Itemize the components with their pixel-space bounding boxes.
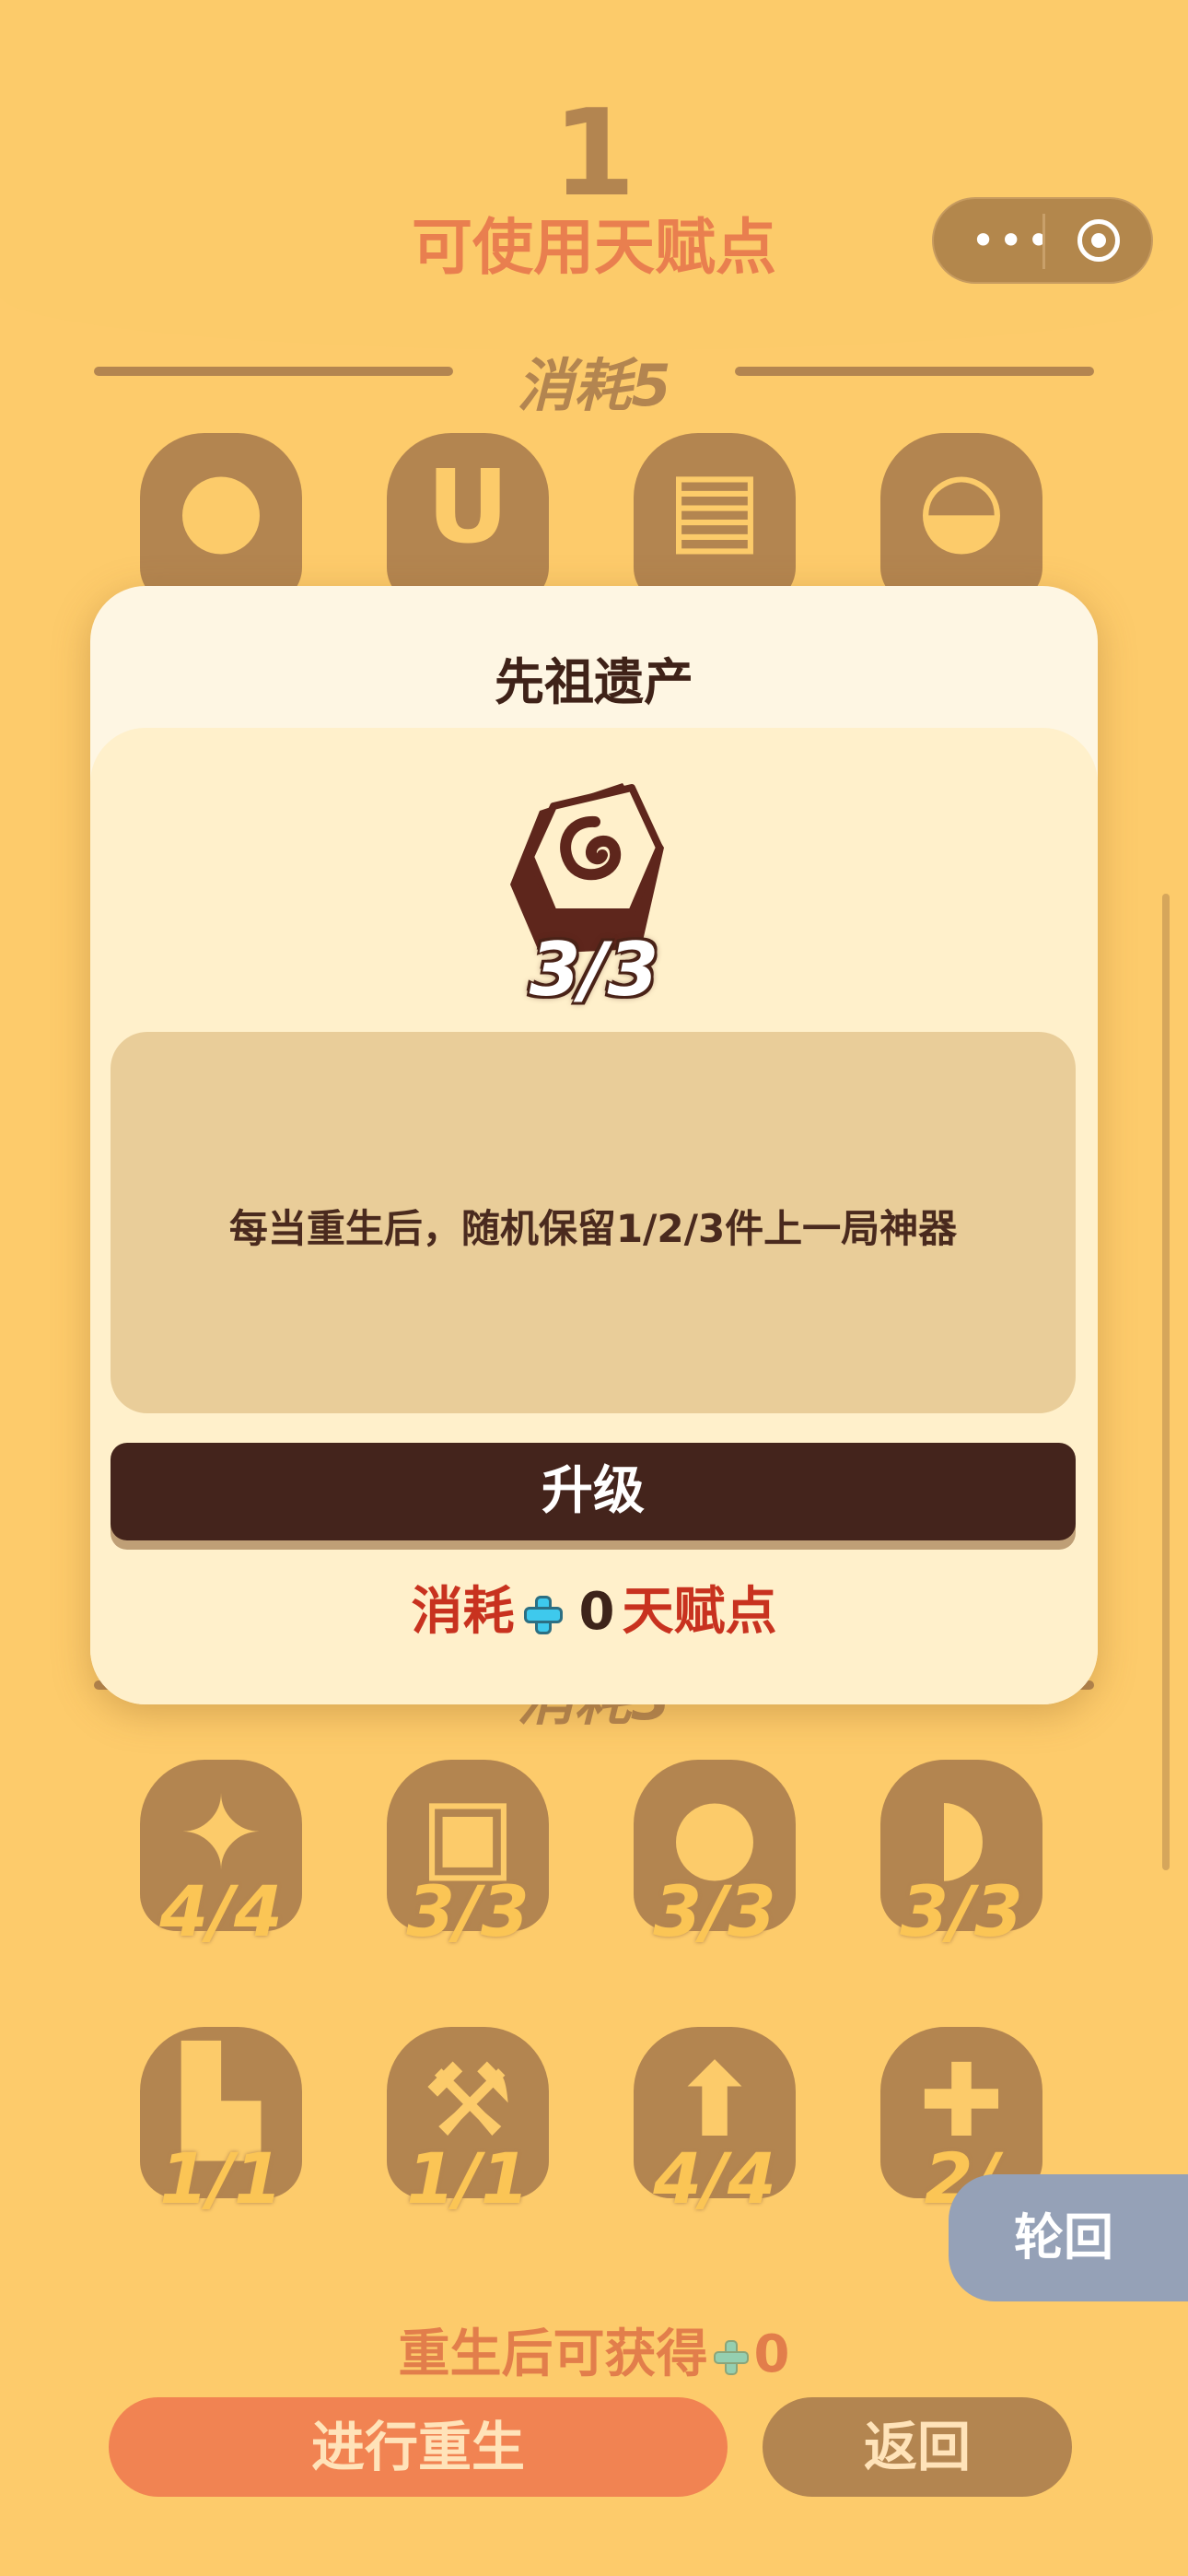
talent-detail-modal: 先祖遗产 3/3 每当重生后，随机保留1/2/3件上一局神器 升级 消耗 0 天赋点 — [90, 586, 1098, 1704]
talent-point-icon — [523, 1595, 563, 1634]
modal-title: 先祖遗产 — [495, 653, 693, 711]
cost-prefix: 消耗 — [411, 1582, 515, 1642]
upgrade-cost-row: 消耗 0 天赋点 — [90, 1570, 1098, 1645]
talent-tile-muscle[interactable]: ◗ 3/3 — [880, 1760, 1042, 1952]
rebirth-button[interactable]: 进行重生 — [109, 2397, 728, 2497]
tile-count: 4/4 — [653, 2137, 776, 2219]
talent-tile-gear-cross[interactable]: ✚ 2/ — [880, 2027, 1042, 2219]
tile-count: 3/3 — [653, 1870, 776, 1952]
talent-tile-egg[interactable]: ◒ — [880, 433, 1042, 604]
mini-program-capsule: ••• — [932, 197, 1153, 284]
reincarnation-button[interactable]: 轮回 — [949, 2174, 1188, 2301]
rebirth-gain-row: 重生后可获得 0 — [0, 2313, 1188, 2387]
tile-count: 3/3 — [900, 1870, 1023, 1952]
description-box: 每当重生后，随机保留1/2/3件上一局神器 — [111, 1032, 1076, 1413]
talent-description: 每当重生后，随机保留1/2/3件上一局神器 — [228, 1206, 958, 1251]
upgrade-label: 升级 — [542, 1461, 645, 1521]
close-icon[interactable] — [1077, 219, 1120, 262]
talent-tile-arrow-up[interactable]: ⬆ 4/4 — [634, 2027, 796, 2219]
back-button[interactable]: 返回 — [763, 2397, 1072, 2497]
book-icon: ▤ — [667, 448, 763, 566]
talent-tile-chest[interactable]: ▣ 3/3 — [387, 1760, 549, 1952]
talent-tile-magnet[interactable]: U — [387, 433, 549, 604]
more-icon[interactable]: ••• — [971, 216, 1054, 265]
tile-count: 1/1 — [159, 2137, 283, 2219]
section-divider-left — [94, 367, 453, 376]
talent-tile-apple[interactable]: ● 3/3 — [634, 1760, 796, 1952]
section-label-cost-5: 消耗5 — [517, 352, 671, 419]
magnet-icon: U — [426, 448, 509, 566]
cost-value: 0 — [578, 1582, 615, 1642]
bomb-icon: ● — [177, 448, 265, 566]
talent-tile-book[interactable]: ▤ — [634, 433, 796, 604]
rebirth-gain-value: 0 — [753, 2324, 790, 2384]
talent-tile-winged-boot[interactable]: ▙ 1/1 — [140, 2027, 302, 2219]
upgrade-button[interactable]: 升级 — [111, 1443, 1076, 1540]
egg-icon: ◒ — [917, 448, 1006, 566]
talent-tile-star[interactable]: ✦ 4/4 — [140, 1760, 302, 1952]
tile-count: 4/4 — [159, 1870, 283, 1952]
tile-count: 1/1 — [406, 2137, 530, 2219]
modal-level-count: 3/3 — [529, 927, 659, 1013]
rebirth-gain-label: 重生后可获得 — [398, 2324, 708, 2384]
section-divider-right — [735, 367, 1094, 376]
talent-tile-hammer[interactable]: ⚒ 1/1 — [387, 2027, 549, 2219]
talent-tile-bomb[interactable]: ● — [140, 433, 302, 604]
talent-plus-icon — [713, 2339, 749, 2375]
cost-suffix: 天赋点 — [622, 1582, 777, 1642]
scrollbar[interactable] — [1162, 894, 1170, 1870]
tile-count: 3/3 — [406, 1870, 530, 1952]
capsule-divider — [1042, 214, 1045, 269]
